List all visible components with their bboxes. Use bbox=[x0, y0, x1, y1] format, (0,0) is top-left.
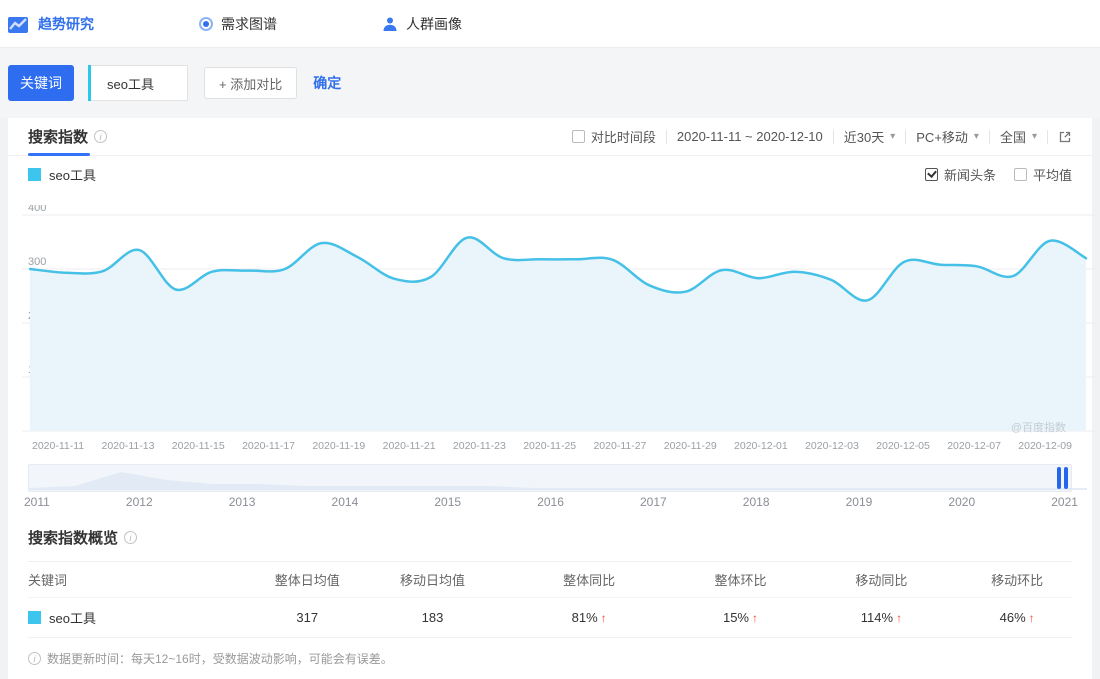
row-legend-swatch bbox=[28, 611, 41, 624]
nav-label: 人群画像 bbox=[406, 15, 462, 32]
trend-panel-header: 搜索指数 i 对比时间段 2020-11-11 ~ 2020-12-10 近30… bbox=[8, 118, 1092, 156]
legend-label: seo工具 bbox=[49, 167, 96, 183]
chart-toggles: 新闻头条 平均值 bbox=[924, 165, 1072, 184]
divider bbox=[665, 129, 667, 144]
nav-label: 趋势研究 bbox=[38, 15, 94, 32]
col-mom-all: 整体环比 bbox=[714, 573, 767, 588]
chevron-down-icon: ▾ bbox=[1031, 131, 1037, 142]
checkbox-icon[interactable] bbox=[571, 130, 585, 143]
panel-title: 搜索指数 bbox=[28, 129, 89, 146]
divider bbox=[832, 129, 834, 144]
footnote-text: 数据更新时间：每天12~16时，受数据波动影响，可能会有误差。 bbox=[47, 652, 393, 666]
col-avg-all: 整体日均值 bbox=[274, 573, 340, 588]
time-range-value: 近30天 bbox=[843, 130, 885, 145]
legend-row: seo工具 新闻头条 平均值 bbox=[8, 156, 1092, 192]
active-tab-indicator bbox=[28, 153, 90, 156]
overview-section: 搜索指数概览 i 关键词 整体日均值 移动日均值 整体同比 整体环比 移动同比 … bbox=[8, 509, 1092, 638]
device-dropdown[interactable]: PC+移动 ▾ bbox=[916, 127, 979, 146]
series-legend: seo工具 bbox=[28, 165, 96, 184]
col-keyword: 关键词 bbox=[28, 573, 68, 588]
compare-period-checkbox[interactable]: 对比时间段 bbox=[571, 127, 656, 146]
nav-demand-map[interactable]: 需求图谱 bbox=[199, 14, 277, 34]
trend-up-icon: ↑ bbox=[600, 611, 607, 625]
confirm-button[interactable]: 确定 bbox=[313, 73, 341, 93]
info-icon[interactable]: i bbox=[124, 531, 138, 544]
nav-trend-research[interactable]: 趋势研究 bbox=[8, 14, 94, 34]
legend-swatch bbox=[28, 167, 41, 181]
row-keyword: seo工具 bbox=[49, 611, 96, 626]
slider-handle[interactable] bbox=[1057, 467, 1068, 489]
trend-line-chart: 100200300400 bbox=[22, 205, 1094, 432]
time-range-dropdown[interactable]: 近30天 ▾ bbox=[844, 127, 896, 146]
date-range[interactable]: 2020-11-11 ~ 2020-12-10 bbox=[677, 129, 823, 144]
checkbox-icon[interactable] bbox=[1013, 167, 1027, 181]
row-mom-all: 15% ↑ bbox=[722, 610, 758, 625]
trend-up-icon: ↑ bbox=[752, 611, 758, 625]
keyword-input-wrap bbox=[88, 65, 188, 101]
table-row[interactable]: seo工具 317 183 81% ↑ 15% ↑ 114% ↑ 46% ↑ bbox=[28, 598, 1072, 638]
trend-up-icon: ↑ bbox=[1028, 611, 1035, 625]
baidu-index-app: 趋势研究 需求图谱 人群画像 关键词 + 添加对比 确定 搜索指数 i bbox=[0, 0, 1100, 679]
trend-up-icon: ↑ bbox=[896, 611, 903, 625]
chart-filters: 对比时间段 2020-11-11 ~ 2020-12-10 近30天 ▾ PC+… bbox=[571, 127, 1072, 146]
divider bbox=[905, 129, 907, 144]
info-icon: i bbox=[28, 652, 41, 665]
keyword-bar: 关键词 + 添加对比 确定 bbox=[0, 48, 1100, 118]
checkbox-checked-icon[interactable] bbox=[924, 167, 938, 181]
keyword-input[interactable] bbox=[91, 65, 188, 101]
keyword-button[interactable]: 关键词 bbox=[8, 65, 74, 101]
news-headlines-label: 新闻头条 bbox=[943, 167, 996, 183]
average-checkbox[interactable]: 平均值 bbox=[1013, 165, 1072, 184]
row-yoy-mobile: 114% ↑ bbox=[860, 610, 903, 625]
row-yoy-all: 81% ↑ bbox=[571, 610, 607, 625]
info-icon[interactable]: i bbox=[94, 130, 108, 143]
add-compare-button[interactable]: + 添加对比 bbox=[204, 67, 298, 99]
device-value: PC+移动 bbox=[916, 130, 968, 145]
person-icon bbox=[382, 16, 398, 32]
col-mom-mobile: 移动环比 bbox=[991, 573, 1044, 588]
row-avg-all: 317 bbox=[296, 610, 319, 625]
trend-tab[interactable]: 搜索指数 i bbox=[28, 118, 108, 156]
news-headlines-checkbox[interactable]: 新闻头条 bbox=[924, 165, 996, 184]
x-axis-labels: 2020-11-11 2020-11-13 2020-11-15 2020-11-17… bbox=[32, 440, 1072, 452]
divider bbox=[988, 129, 990, 144]
compare-period-label: 对比时间段 bbox=[590, 130, 656, 145]
region-dropdown[interactable]: 全国 ▾ bbox=[1000, 127, 1037, 146]
nav-label: 需求图谱 bbox=[221, 15, 277, 32]
region-value: 全国 bbox=[999, 130, 1026, 145]
divider bbox=[1047, 129, 1048, 144]
chevron-down-icon: ▾ bbox=[973, 131, 979, 142]
col-yoy-mobile: 移动同比 bbox=[855, 573, 908, 588]
time-range-slider[interactable] bbox=[28, 464, 1087, 492]
main-panel: 搜索指数 i 对比时间段 2020-11-11 ~ 2020-12-10 近30… bbox=[8, 118, 1094, 679]
top-nav: 趋势研究 需求图谱 人群画像 bbox=[0, 0, 1100, 48]
nav-crowd-portrait[interactable]: 人群画像 bbox=[382, 14, 462, 34]
average-label: 平均值 bbox=[1032, 167, 1072, 183]
radar-dot-icon bbox=[199, 16, 213, 31]
row-mom-mobile: 46% ↑ bbox=[999, 610, 1035, 625]
overview-title: 搜索指数概览 bbox=[28, 530, 119, 547]
svg-text:400: 400 bbox=[28, 205, 46, 214]
export-icon[interactable] bbox=[1058, 130, 1072, 144]
trend-chart-icon bbox=[8, 15, 30, 33]
row-avg-mobile: 183 bbox=[421, 610, 444, 625]
col-avg-mobile: 移动日均值 bbox=[400, 573, 466, 588]
watermark: @百度指数 bbox=[1010, 422, 1066, 434]
slider-sparkline bbox=[29, 472, 1087, 490]
table-header: 关键词 整体日均值 移动日均值 整体同比 整体环比 移动同比 移动环比 bbox=[28, 562, 1072, 598]
chevron-down-icon: ▾ bbox=[890, 131, 896, 142]
footnote: i 数据更新时间：每天12~16时，受数据波动影响，可能会有误差。 bbox=[8, 638, 1092, 679]
slider-year-labels: 2011 2012 2013 2014 2015 2016 2017 2018 2019 2020… bbox=[24, 495, 1078, 509]
trend-chart[interactable]: 100200300400 @百度指数 bbox=[22, 205, 1094, 437]
col-yoy-all: 整体同比 bbox=[563, 573, 616, 588]
svg-text:300: 300 bbox=[28, 256, 46, 268]
